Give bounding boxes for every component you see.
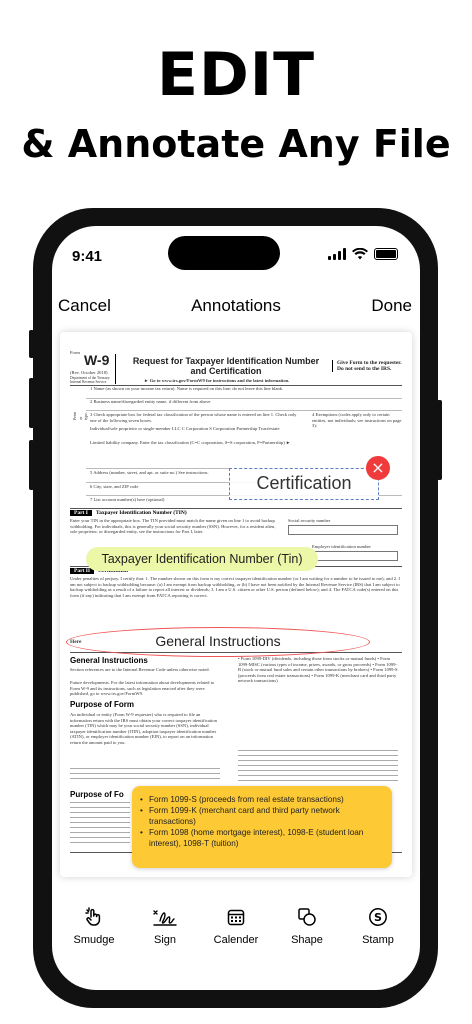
divider — [70, 508, 402, 509]
give-form-note: Give Form to the requester. Do not send … — [332, 360, 404, 372]
side-button — [29, 440, 34, 490]
side-button — [29, 378, 34, 428]
dynamic-island — [168, 236, 280, 270]
cancel-button[interactable]: Cancel — [58, 296, 111, 316]
note-item: Form 1098 (home mortgage interest), 1098… — [140, 827, 384, 849]
line-5-label: 5 Address (number, street, and apt. or s… — [90, 470, 209, 475]
ein-box[interactable] — [312, 551, 398, 561]
w9-form: Form W-9 (Rev. October 2018) Department … — [66, 340, 406, 870]
line-4-label: 4 Exemptions (codes apply only to certai… — [312, 412, 402, 428]
right-column-text: • Form 1099-DIV (dividends, including th… — [238, 656, 398, 683]
close-icon[interactable]: × — [366, 456, 390, 480]
ssn-label: Social security number — [288, 518, 331, 523]
gi-text: Section references are to the Internal R… — [70, 667, 210, 672]
stamp-tool[interactable]: S Stamp — [350, 906, 406, 966]
part-1-tag: Part I — [70, 510, 92, 516]
text-lines — [70, 768, 220, 783]
print-type-label: Print or type. — [72, 412, 88, 420]
ssn-box[interactable] — [288, 525, 398, 535]
text-lines — [70, 802, 130, 847]
promo-title: EDIT — [156, 40, 316, 110]
app-screen: 9:41 Annotations Cancel Done Form W-9 (R… — [52, 226, 420, 990]
note-item: Form 1099-K (merchant card and third par… — [140, 805, 384, 827]
line-3-options: Individual/sole proprietor or single-mem… — [90, 426, 280, 431]
stamp-label: Stamp — [362, 934, 394, 946]
battery-icon — [374, 248, 398, 260]
text-lines — [238, 750, 398, 785]
form-header: Request for Taxpayer Identification Numb… — [132, 356, 320, 376]
part-1-text: Enter your TIN in the appropriate box. T… — [70, 518, 276, 534]
document-canvas[interactable]: Form W-9 (Rev. October 2018) Department … — [60, 332, 412, 877]
smudge-tool[interactable]: Smudge — [66, 906, 122, 966]
line-3-llc: Limited liability company. Enter the tax… — [90, 440, 291, 445]
svg-text:S: S — [374, 911, 382, 924]
line-6-label: 6 City, state, and ZIP code — [90, 484, 139, 489]
sign-label: Sign — [153, 934, 177, 946]
form-rev: (Rev. October 2018) — [70, 370, 108, 375]
part-2-text: Under penalties of perjury, I certify th… — [70, 576, 400, 598]
signal-icon — [328, 248, 346, 260]
calendar-tool[interactable]: Calender — [208, 906, 264, 966]
done-button[interactable]: Done — [371, 296, 412, 316]
line-2-label: 2 Business name/disregarded entity name,… — [90, 399, 211, 404]
part-1-title: Taxpayer Identification Number (TIN) — [95, 510, 187, 516]
smudge-label: Smudge — [73, 934, 115, 946]
calendar-label: Calender — [213, 934, 259, 946]
general-instructions-circle-annotation[interactable]: General Instructions — [66, 627, 370, 657]
side-button — [29, 330, 34, 358]
purpose-heading: Purpose of Form — [70, 700, 135, 709]
form-id-box: W-9 (Rev. October 2018) Department of th… — [70, 352, 116, 384]
shape-icon — [297, 906, 317, 928]
nav-bar: Annotations Cancel Done — [52, 296, 420, 326]
form-dept: Department of the Treasury Internal Reve… — [70, 376, 110, 384]
sign-tool[interactable]: Sign — [137, 906, 193, 966]
wifi-icon — [352, 248, 368, 260]
promo-subtitle: & Annotate Any File — [21, 122, 451, 166]
certification-text-annotation[interactable]: Certification — [229, 468, 379, 500]
purpose-text: An individual or entity (Form W-9 reques… — [70, 712, 217, 745]
line-1-label: 1 Name (as shown on your income tax retu… — [90, 386, 284, 391]
signature-icon — [152, 906, 178, 928]
sticky-note-annotation[interactable]: Form 1099-S (proceeds from real estate t… — [132, 786, 392, 868]
future-dev: Future developments. For the latest info… — [70, 680, 215, 696]
shape-label: Shape — [291, 934, 323, 946]
purpose-heading-2: Purpose of Fo — [70, 790, 124, 799]
note-item: Form 1099-S (proceeds from real estate t… — [140, 794, 384, 805]
form-name: W-9 — [84, 352, 110, 368]
divider — [86, 410, 402, 411]
part-1-header: Part I Taxpayer Identification Number (TI… — [70, 510, 187, 516]
line-3-label: 3 Check appropriate box for federal tax … — [90, 412, 297, 423]
annotation-toolbar: Smudge Sign Calender Shape S Stamp — [52, 906, 420, 966]
smudge-icon — [84, 906, 104, 928]
calendar-icon — [227, 906, 245, 928]
tin-highlight-annotation[interactable]: Taxpayer Identification Number (Tin) — [86, 547, 318, 571]
shape-tool[interactable]: Shape — [279, 906, 335, 966]
ein-label: Employer identification number — [312, 544, 371, 549]
status-time: 9:41 — [72, 248, 103, 265]
gi-heading: General Instructions — [70, 656, 148, 665]
side-button — [437, 400, 442, 480]
status-icons — [328, 248, 398, 260]
stamp-icon: S — [368, 906, 388, 928]
form-header-url: ► Go to www.irs.gov/FormW9 for instructi… — [144, 378, 290, 383]
